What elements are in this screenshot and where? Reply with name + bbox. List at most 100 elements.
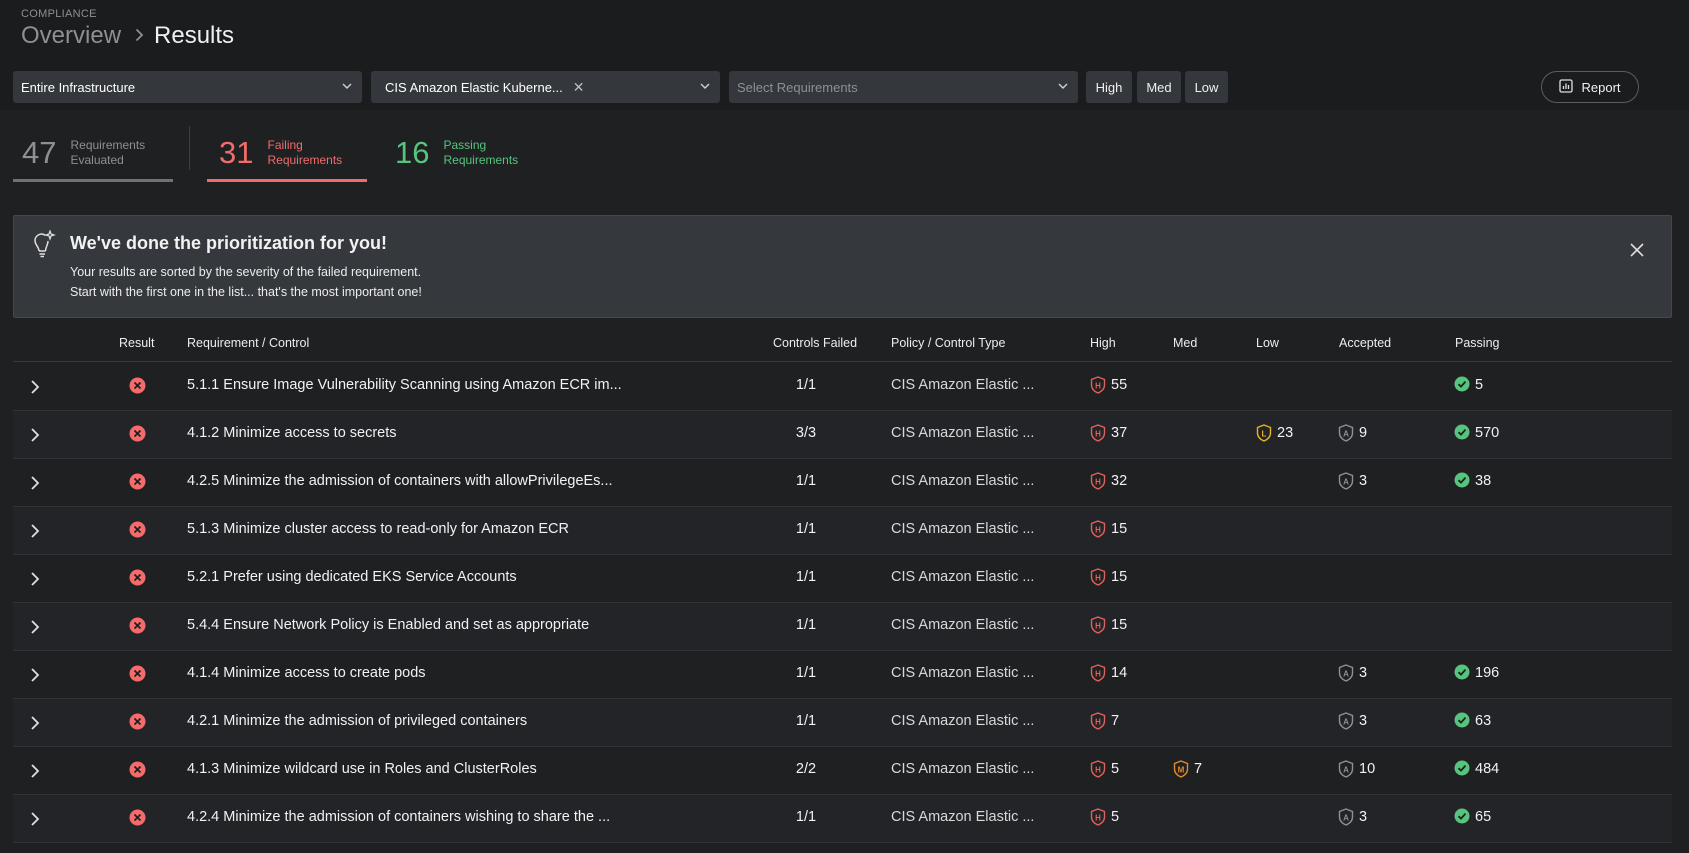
passing-count-cell[interactable]: 63 [1454,712,1491,730]
requirement-name[interactable]: 5.4.4 Ensure Network Policy is Enabled a… [187,617,589,633]
expand-row-chevron-icon[interactable] [30,811,40,831]
accepted-count-cell[interactable]: A3 [1338,472,1367,490]
requirements-select[interactable]: Select Requirements [729,71,1078,103]
high-count-cell[interactable]: H5 [1090,760,1119,778]
med-count-cell[interactable]: M7 [1173,760,1202,778]
stat-passing-tab[interactable]: 16 Passing Requirements [382,124,542,182]
expand-row-chevron-icon[interactable] [30,715,40,735]
passing-count-cell[interactable]: 196 [1454,664,1499,682]
stat-passing-label-line2: Requirements [443,153,519,167]
check-circle-icon [1454,424,1470,442]
table-row[interactable]: 5.1.3 Minimize cluster access to read-on… [13,507,1672,555]
col-low[interactable]: Low [1256,336,1279,350]
requirement-name[interactable]: 5.1.1 Ensure Image Vulnerability Scannin… [187,377,622,393]
requirement-name[interactable]: 4.2.4 Minimize the admission of containe… [187,809,610,825]
passing-count-cell[interactable]: 484 [1454,760,1499,778]
high-count-cell[interactable]: H 55 [1090,376,1127,394]
prioritization-banner: We've done the prioritization for you! Y… [13,215,1672,318]
stat-failing-tab[interactable]: 31 Failing Requirements [207,124,367,182]
col-accepted[interactable]: Accepted [1339,336,1391,350]
accepted-count: 10 [1359,761,1376,777]
accepted-count-cell[interactable]: A9 [1338,424,1367,442]
requirement-name[interactable]: 4.1.2 Minimize access to secrets [187,425,397,441]
table-row[interactable]: 4.1.2 Minimize access to secrets 3/3 CIS A… [13,411,1672,459]
svg-text:M: M [1178,765,1185,774]
high-count-cell[interactable]: H 37 [1090,424,1127,442]
high-count-cell[interactable]: H 32 [1090,472,1127,490]
col-result[interactable]: Result [119,336,154,350]
svg-text:L: L [1262,429,1267,438]
high-count-cell[interactable]: H 15 [1090,616,1127,634]
accepted-count-cell[interactable]: A3 [1338,664,1367,682]
accepted-shield-icon: A [1338,664,1354,682]
table-row[interactable]: 4.2.1 Minimize the admission of privileg… [13,699,1672,747]
col-requirement[interactable]: Requirement / Control [187,336,309,350]
fail-circle-icon [129,473,146,494]
col-controls-failed[interactable]: Controls Failed [773,336,857,350]
high-count-cell[interactable]: H 14 [1090,664,1127,682]
accepted-count-cell[interactable]: A3 [1338,808,1367,826]
accepted-count-cell[interactable]: A3 [1338,712,1367,730]
svg-text:H: H [1095,813,1101,822]
requirement-name[interactable]: 5.1.3 Minimize cluster access to read-on… [187,521,569,537]
stat-passing-label-line1: Passing [443,138,487,152]
infrastructure-select[interactable]: Entire Infrastructure [13,71,362,103]
table-row[interactable]: 4.2.5 Minimize the admission of containe… [13,459,1672,507]
accepted-count-cell[interactable]: A 10 [1338,760,1375,778]
requirement-name[interactable]: 4.1.3 Minimize wildcard use in Roles and… [187,761,537,777]
close-icon[interactable] [1629,242,1645,263]
high-count-cell[interactable]: H 15 [1090,520,1127,538]
table-row[interactable]: 5.1.1 Ensure Image Vulnerability Scannin… [13,363,1672,411]
controls-failed: 1/1 [795,713,817,729]
expand-row-chevron-icon[interactable] [30,523,40,543]
high-count: 5 [1111,761,1120,777]
col-policy[interactable]: Policy / Control Type [891,336,1005,350]
expand-row-chevron-icon[interactable] [30,619,40,639]
stat-evaluated-tab[interactable]: 47 Requirements Evaluated [13,124,173,182]
check-circle-icon [1454,472,1470,490]
controls-failed: 3/3 [795,425,817,441]
table-row[interactable]: 4.1.3 Minimize wildcard use in Roles and… [13,747,1672,795]
controls-failed: 1/1 [795,521,817,537]
filter-med-button[interactable]: Med [1137,71,1181,103]
requirement-name[interactable]: 4.2.5 Minimize the admission of containe… [187,473,613,489]
passing-count: 5 [1475,377,1484,393]
accepted-shield-icon: A [1338,808,1354,826]
col-passing[interactable]: Passing [1455,336,1499,350]
expand-row-chevron-icon[interactable] [30,379,40,399]
expand-row-chevron-icon[interactable] [30,571,40,591]
requirement-name[interactable]: 4.2.1 Minimize the admission of privileg… [187,713,527,729]
table-row[interactable]: 4.2.4 Minimize the admission of containe… [13,795,1672,843]
passing-count-cell[interactable]: 570 [1454,424,1499,442]
high-count-cell[interactable]: H7 [1090,712,1119,730]
policy-name: CIS Amazon Elastic ... [891,521,1035,537]
requirement-name[interactable]: 5.2.1 Prefer using dedicated EKS Service… [187,569,517,585]
passing-count-cell[interactable]: 38 [1454,472,1491,490]
filter-high-button[interactable]: High [1086,71,1132,103]
low-count-cell[interactable]: L 23 [1256,424,1293,442]
high-count: 5 [1111,809,1120,825]
table-row[interactable]: 5.4.4 Ensure Network Policy is Enabled a… [13,603,1672,651]
passing-count-cell[interactable]: 5 [1454,376,1483,394]
chevron-down-icon [700,81,710,91]
report-button[interactable]: Report [1541,71,1639,103]
med-count: 7 [1194,761,1203,777]
col-med[interactable]: Med [1173,336,1197,350]
high-count-cell[interactable]: H5 [1090,808,1119,826]
expand-row-chevron-icon[interactable] [30,475,40,495]
expand-row-chevron-icon[interactable] [30,667,40,687]
policy-select[interactable]: CIS Amazon Elastic Kuberne... ✕ [371,71,720,103]
breadcrumb-overview-link[interactable]: Overview [21,22,121,50]
table-row[interactable]: 5.2.1 Prefer using dedicated EKS Service… [13,555,1672,603]
col-high[interactable]: High [1090,336,1116,350]
table-row[interactable]: 4.1.4 Minimize access to create pods 1/1 C… [13,651,1672,699]
svg-text:A: A [1343,669,1349,678]
passing-count-cell[interactable]: 65 [1454,808,1491,826]
clear-policy-icon[interactable]: ✕ [573,79,585,96]
high-count-cell[interactable]: H 15 [1090,568,1127,586]
filter-low-button[interactable]: Low [1185,71,1228,103]
svg-text:A: A [1343,765,1349,774]
requirement-name[interactable]: 4.1.4 Minimize access to create pods [187,665,426,681]
expand-row-chevron-icon[interactable] [30,427,40,447]
expand-row-chevron-icon[interactable] [30,763,40,783]
